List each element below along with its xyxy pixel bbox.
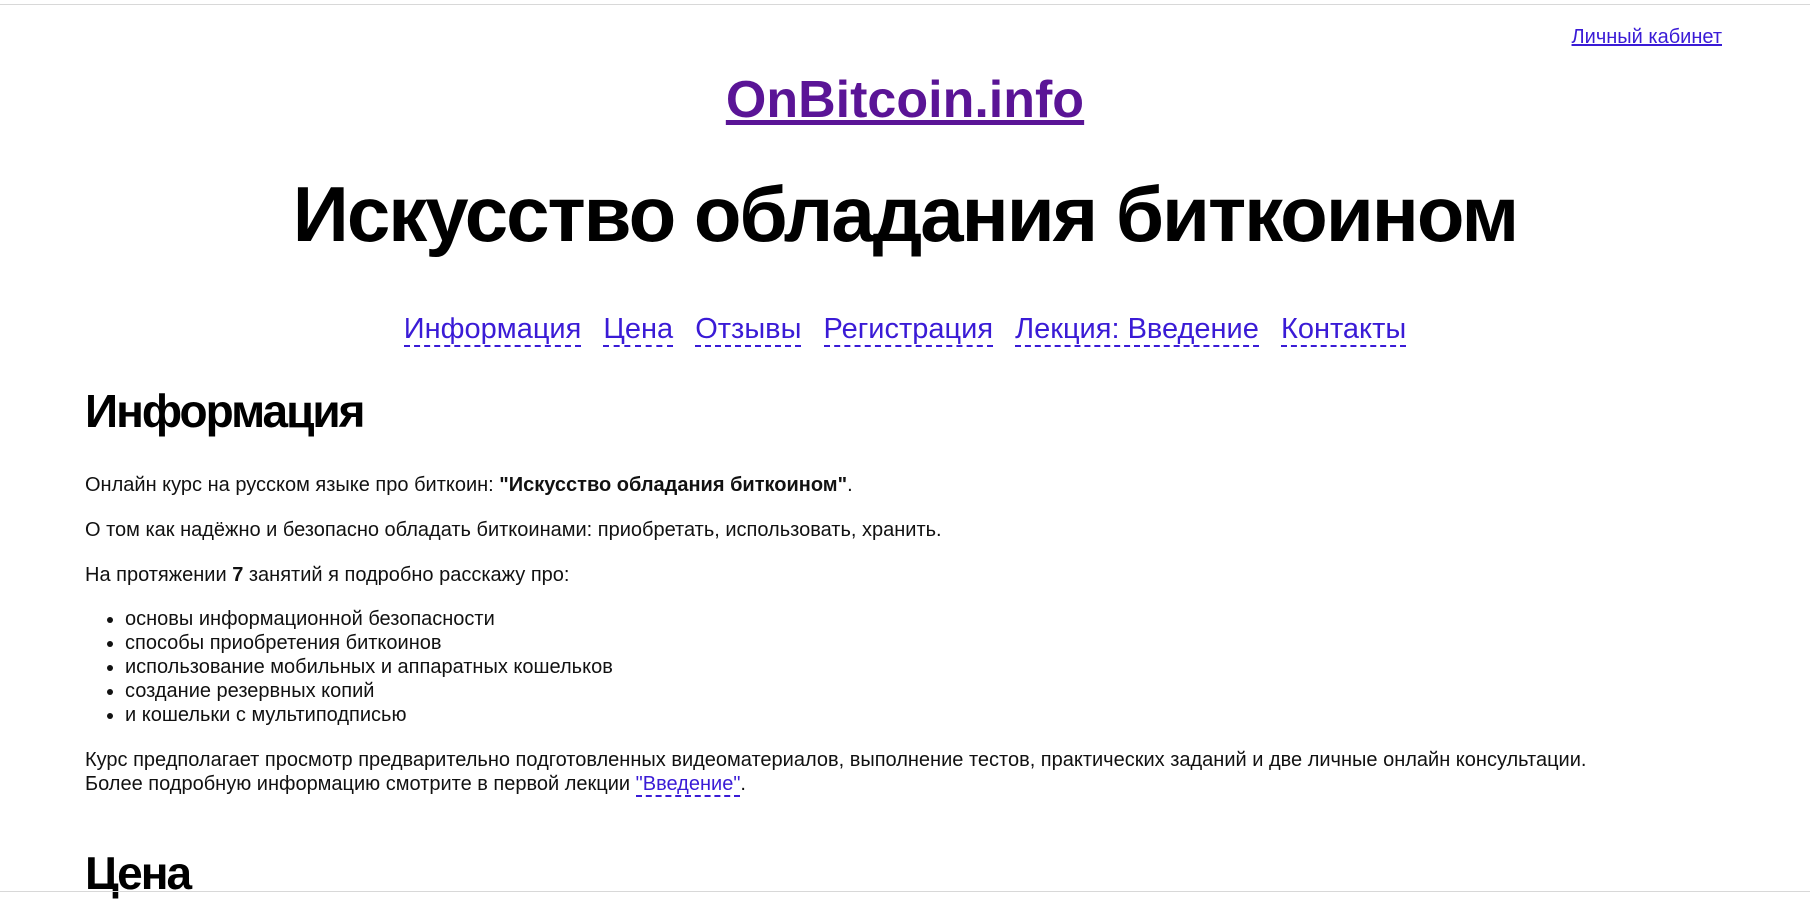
nav-item-price[interactable]: Цена [603, 313, 674, 347]
info-paragraph-4: Курс предполагает просмотр предварительн… [85, 748, 1725, 797]
info-section: Информация Онлайн курс на русском языке … [85, 385, 1725, 797]
top-border [0, 4, 1810, 5]
p4-line1: Курс предполагает просмотр предварительн… [85, 748, 1587, 771]
nav-item-registration[interactable]: Регистрация [823, 313, 994, 347]
list-item: и кошельки с мультиподписью [125, 703, 1725, 727]
list-item: использование мобильных и аппаратных кош… [125, 655, 1725, 679]
p3-prefix: На протяжении [85, 563, 233, 586]
info-paragraph-3: На протяжении 7 занятий я подробно расск… [85, 563, 1725, 587]
list-item: способы приобретения биткоинов [125, 631, 1725, 655]
list-item: основы информационной безопасности [125, 607, 1725, 631]
nav-item-reviews[interactable]: Отзывы [695, 313, 802, 347]
p4-suffix: . [740, 772, 746, 795]
bottom-border [0, 891, 1810, 892]
list-item: создание резервных копий [125, 679, 1725, 703]
info-paragraph-2: О том как надёжно и безопасно обладать б… [85, 518, 942, 541]
nav-item-contacts[interactable]: Контакты [1280, 313, 1407, 347]
nav-item-info[interactable]: Информация [403, 313, 582, 347]
course-name: "Искусство обладания биткоином" [499, 473, 848, 496]
page-title: Искусство обладания биткоином [292, 170, 1519, 258]
p3-suffix: занятий я подробно расскажу про: [243, 563, 570, 586]
info-heading: Информация [85, 385, 365, 437]
site-logo-link[interactable]: OnBitcoin.info [0, 71, 1810, 129]
p1-suffix: . [847, 473, 853, 496]
main-nav: Информация Цена Отзывы Регистрация Лекци… [0, 312, 1810, 347]
info-paragraph-1: Онлайн курс на русском языке про биткоин… [85, 473, 1725, 497]
topics-list: основы информационной безопасности спосо… [85, 607, 1725, 727]
p4-line2-prefix: Более подробную информацию смотрите в пе… [85, 772, 636, 795]
account-link[interactable]: Личный кабинет [1572, 26, 1722, 49]
site-name[interactable]: OnBitcoin.info [726, 71, 1084, 129]
lesson-count: 7 [232, 563, 244, 586]
nav-item-lecture-intro[interactable]: Лекция: Введение [1015, 313, 1259, 347]
p1-prefix: Онлайн курс на русском языке про биткоин… [85, 473, 500, 496]
intro-lecture-link[interactable]: "Введение" [635, 772, 741, 797]
